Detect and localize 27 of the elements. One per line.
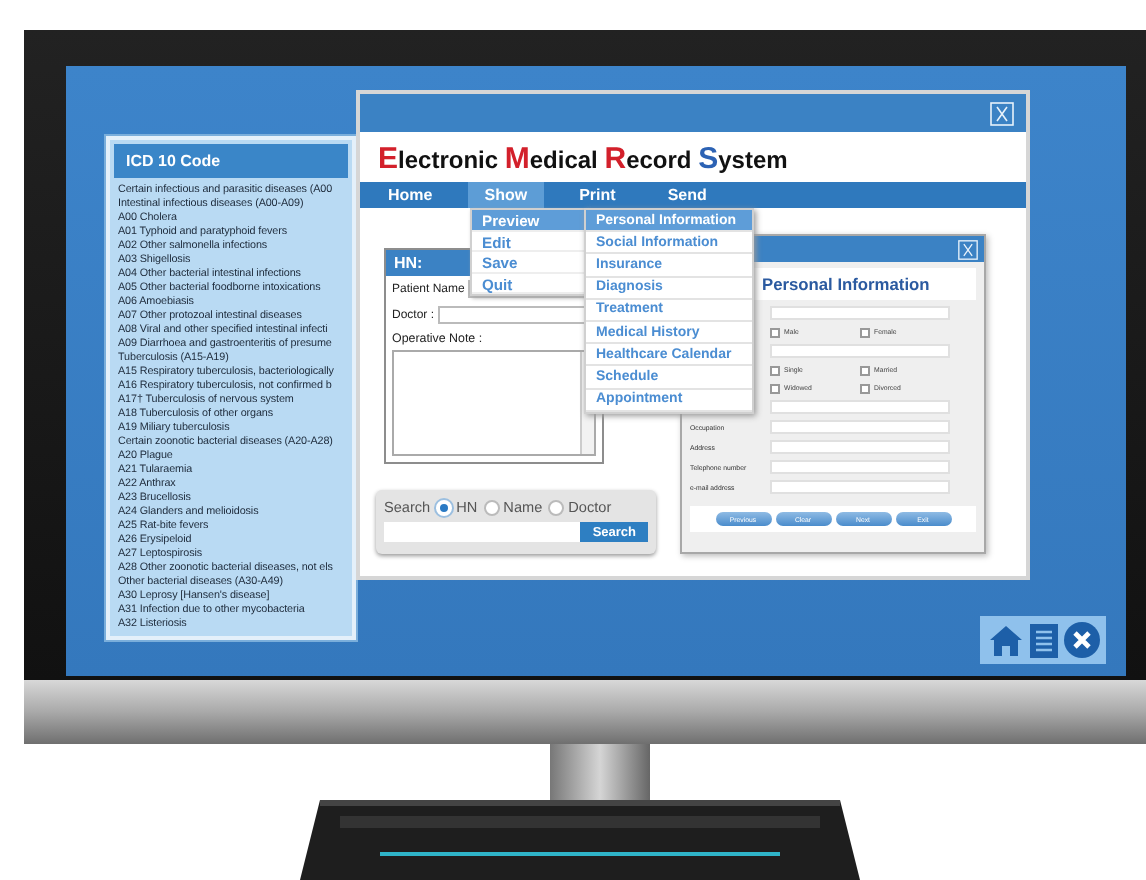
checkbox[interactable] xyxy=(770,365,780,375)
input-field[interactable] xyxy=(770,400,950,414)
close-icon[interactable] xyxy=(990,101,1014,125)
radio-icon[interactable] xyxy=(548,499,565,515)
checkbox[interactable] xyxy=(860,327,870,337)
search-field[interactable] xyxy=(384,522,581,542)
checkbox[interactable] xyxy=(860,365,870,375)
menu-tab[interactable]: Send xyxy=(651,182,723,208)
input-field[interactable] xyxy=(770,460,950,474)
input-field[interactable] xyxy=(770,344,950,358)
home-icon[interactable] xyxy=(987,623,1023,657)
input-field[interactable] xyxy=(770,306,950,320)
checkbox[interactable] xyxy=(770,327,780,337)
input-field[interactable] xyxy=(770,440,950,454)
input-field[interactable] xyxy=(770,480,950,494)
checkbox[interactable] xyxy=(770,383,780,393)
text-area[interactable] xyxy=(392,350,596,456)
close-icon[interactable] xyxy=(958,239,978,259)
menu-tab[interactable]: Print xyxy=(563,182,632,208)
document-icon[interactable] xyxy=(1029,623,1057,657)
close-icon[interactable] xyxy=(1063,622,1099,658)
radio-icon[interactable] xyxy=(483,499,500,515)
app-title: Electronic Medical Record System xyxy=(376,140,788,180)
panel-title: ICD 10 Code xyxy=(114,144,348,178)
menu-tab[interactable]: Home xyxy=(372,182,449,208)
input-field[interactable] xyxy=(770,420,950,434)
checkbox[interactable] xyxy=(860,383,870,393)
